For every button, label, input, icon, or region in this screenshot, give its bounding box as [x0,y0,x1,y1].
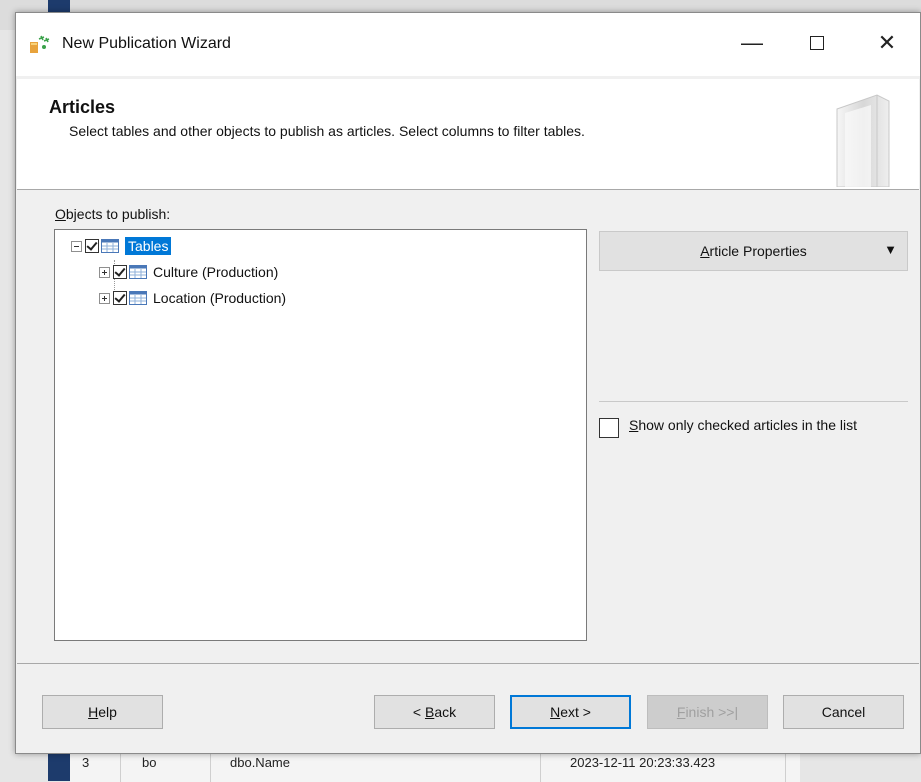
window-title: New Publication Wizard [62,35,231,52]
minimize-button[interactable]: — [729,23,775,63]
finish-button: Finish >>| [647,695,768,729]
tree-label-tables[interactable]: Tables [125,237,172,255]
tree-node-tables[interactable]: Tables [71,235,172,257]
footer-separator [17,663,919,664]
article-properties-button[interactable]: Article Properties ▼ [599,231,908,271]
table-icon [101,239,119,253]
culture-checkbox[interactable] [113,265,127,279]
cancel-button[interactable]: Cancel [783,695,904,729]
close-button[interactable]: ✕ [864,23,910,63]
back-button[interactable]: < Back [374,695,495,729]
title-bar[interactable]: New Publication Wizard — ✕ [16,13,920,76]
location-checkbox[interactable] [113,291,127,305]
maximize-button[interactable] [794,23,840,63]
panel-separator [599,401,908,402]
background-cell-schema: bo [142,755,157,770]
page-title: Articles [49,97,116,117]
expand-icon[interactable] [99,266,110,278]
tree-label-location[interactable]: Location (Production) [153,290,286,306]
expand-icon[interactable] [99,292,110,304]
collapse-icon[interactable] [71,240,82,252]
objects-tree[interactable]: Tables Culture (Production) Location (Pr… [54,229,587,641]
table-icon [129,291,147,305]
wizard-app-icon [30,35,50,53]
table-icon [129,265,147,279]
maximize-icon [810,36,824,50]
show-only-checked-label[interactable]: Show only checked articles in the list [629,417,889,434]
tree-node-location[interactable]: Location (Production) [99,287,286,309]
next-button[interactable]: Next > [510,695,631,729]
tree-label-culture[interactable]: Culture (Production) [153,264,278,280]
wizard-banner-graphic [836,94,890,187]
tree-node-culture[interactable]: Culture (Production) [99,261,278,283]
help-button[interactable]: Help [42,695,163,729]
objects-to-publish-label: Objects to publish: [55,206,171,222]
publication-wizard-dialog: New Publication Wizard — ✕ Articles Sele… [15,12,921,754]
close-icon: ✕ [877,30,897,55]
wizard-header: Articles Select tables and other objects… [17,79,919,190]
page-description: Select tables and other objects to publi… [69,123,585,139]
background-cell-name: dbo.Name [230,755,290,770]
background-cell-id: 3 [82,755,90,770]
article-properties-label: Article Properties [700,243,807,259]
minimize-icon: — [741,30,763,55]
dropdown-arrow-icon: ▼ [884,242,897,257]
background-cell-date: 2023-12-11 20:23:33.423 [570,755,716,770]
show-only-checked-checkbox[interactable] [599,418,619,438]
tables-checkbox[interactable] [85,239,99,253]
